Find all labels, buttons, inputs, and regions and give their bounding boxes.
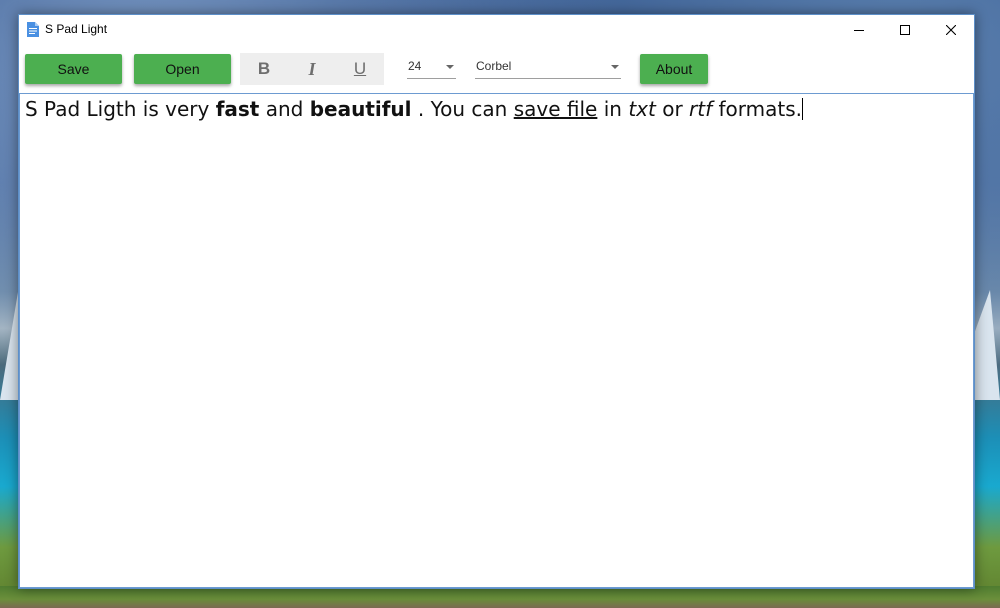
editor-text-italic: txt <box>628 97 656 121</box>
close-icon <box>946 25 956 35</box>
font-family-select[interactable]: Corbel <box>475 56 621 79</box>
editor-text: in <box>597 97 629 121</box>
text-editor[interactable]: S Pad Ligth is very fast and beautiful .… <box>19 93 974 588</box>
editor-text: or <box>655 97 690 121</box>
shoreline <box>0 586 1000 608</box>
save-button[interactable]: Save <box>25 54 122 84</box>
title-bar[interactable]: S Pad Light <box>19 15 974 45</box>
chevron-down-icon <box>611 65 619 69</box>
font-size-select[interactable]: 24 <box>407 56 456 79</box>
editor-text-italic: rtf <box>689 97 713 121</box>
open-button[interactable]: Open <box>134 54 231 84</box>
minimize-icon <box>854 30 864 31</box>
bold-button[interactable]: B <box>240 53 288 85</box>
close-button[interactable] <box>928 15 974 45</box>
text-caret <box>802 98 804 120</box>
chevron-down-icon <box>446 65 454 69</box>
editor-text: S Pad Ligth is very <box>25 97 216 121</box>
about-button[interactable]: About <box>640 54 708 84</box>
format-button-group: B I U <box>240 53 384 85</box>
italic-button[interactable]: I <box>288 53 336 85</box>
window-title: S Pad Light <box>45 22 108 36</box>
editor-text: . You can <box>411 97 514 121</box>
toolbar: Save Open B I U 24 Corbel About <box>19 45 974 93</box>
maximize-icon <box>900 25 910 35</box>
editor-text: and <box>259 97 310 121</box>
minimize-button[interactable] <box>836 15 882 45</box>
editor-text-bold: fast <box>215 97 260 121</box>
underline-button[interactable]: U <box>336 53 384 85</box>
app-window: S Pad Light Save Open B I U 24 Corbel Ab… <box>18 14 975 589</box>
font-size-value: 24 <box>408 59 422 73</box>
font-family-value: Corbel <box>476 59 512 73</box>
editor-text-underline: save file <box>513 97 598 121</box>
editor-text-bold: beautiful <box>309 97 412 121</box>
document-icon <box>27 22 39 37</box>
maximize-button[interactable] <box>882 15 928 45</box>
editor-text: formats. <box>712 97 803 121</box>
